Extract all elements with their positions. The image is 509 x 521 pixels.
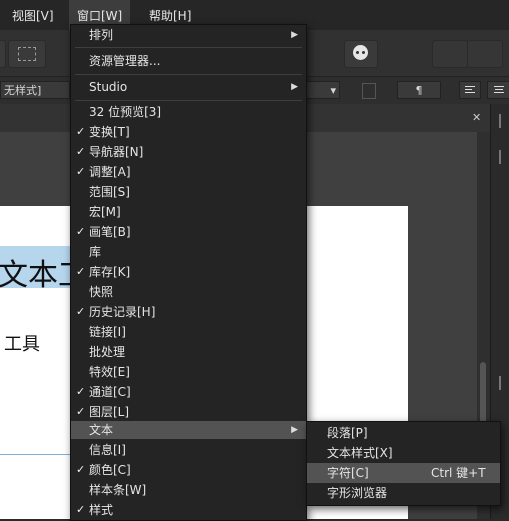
check-icon: ✓	[76, 305, 86, 318]
menu-item-info[interactable]: 信息[I]	[71, 440, 306, 460]
menu-item-navigator[interactable]: ✓ 导航器[N]	[71, 142, 306, 162]
text-submenu: 段落[P] 文本样式[X] 字符[C] Ctrl 键+T 字形浏览器	[306, 421, 501, 506]
close-icon[interactable]: ✕	[472, 111, 481, 124]
toolbar-button[interactable]	[0, 40, 6, 68]
check-icon: ✓	[76, 503, 86, 516]
grid-toggle-button[interactable]	[8, 40, 46, 68]
panel-grip-icon[interactable]	[499, 150, 501, 164]
check-icon: ✓	[76, 405, 86, 418]
check-icon: ✓	[76, 463, 86, 476]
submenu-arrow-icon: ▶	[291, 82, 298, 92]
menu-item-macro[interactable]: 宏[M]	[71, 202, 306, 222]
menu-item-history[interactable]: ✓ 历史记录[H]	[71, 302, 306, 322]
menu-item-layers[interactable]: ✓ 图层[L]	[71, 402, 306, 422]
menu-separator	[75, 47, 302, 48]
menu-item-text[interactable]: 文本 ▶	[71, 421, 306, 439]
check-icon: ✓	[76, 165, 86, 178]
body-text[interactable]: 工具	[4, 330, 40, 356]
assistant-button[interactable]	[344, 40, 378, 68]
menu-item-library[interactable]: 库	[71, 242, 306, 262]
menu-item-snapshots[interactable]: 快照	[71, 282, 306, 302]
align-center-button[interactable]	[487, 81, 509, 99]
pilcrow-button[interactable]: ¶	[397, 81, 441, 99]
frame-border	[0, 454, 74, 455]
submenu-item-text-styles[interactable]: 文本样式[X]	[307, 443, 500, 463]
menu-item-batch[interactable]: 批处理	[71, 342, 306, 362]
menu-separator	[75, 100, 302, 101]
menu-item-transform[interactable]: ✓ 变换[T]	[71, 122, 306, 142]
menu-item-scope[interactable]: 范围[S]	[71, 182, 306, 202]
toolbar-button-disabled[interactable]	[467, 40, 503, 68]
menu-item-swatches[interactable]: 样本条[W]	[71, 480, 306, 500]
align-icon[interactable]	[362, 83, 376, 99]
grid-icon	[18, 47, 36, 61]
panel-grip-icon[interactable]	[499, 376, 501, 390]
chevron-down-icon: ▾	[330, 84, 336, 97]
submenu-item-character[interactable]: 字符[C] Ctrl 键+T	[307, 463, 500, 483]
submenu-item-paragraph[interactable]: 段落[P]	[307, 423, 500, 443]
toolbar-button-disabled[interactable]	[432, 40, 468, 68]
menu-separator	[75, 74, 302, 75]
menu-item-channels[interactable]: ✓ 通道[C]	[71, 382, 306, 402]
check-icon: ✓	[76, 225, 86, 238]
align-left-button[interactable]	[459, 81, 481, 99]
menu-item-adjustment[interactable]: ✓ 调整[A]	[71, 162, 306, 182]
window-menu: 排列 ▶ 资源管理器... Studio ▶ 32 位预览[3] ✓ 变换[T] ✓ 导…	[70, 24, 307, 521]
menu-item-resource-manager[interactable]: 资源管理器...	[71, 51, 306, 71]
shortcut-label: Ctrl 键+T	[431, 466, 486, 480]
check-icon: ✓	[76, 145, 86, 158]
menu-item-effects[interactable]: 特效[E]	[71, 362, 306, 382]
assistant-icon	[353, 45, 368, 60]
menu-item-styles[interactable]: ✓ 样式	[71, 500, 306, 520]
menu-item-brushes[interactable]: ✓ 画笔[B]	[71, 222, 306, 242]
menu-item-32bit-preview[interactable]: 32 位预览[3]	[71, 102, 306, 122]
menu-item-stock[interactable]: ✓ 库存[K]	[71, 262, 306, 282]
panel-grip-icon[interactable]	[499, 114, 501, 128]
menu-item-studio[interactable]: Studio ▶	[71, 77, 306, 97]
menu-item-arrange[interactable]: 排列 ▶	[71, 25, 306, 45]
menu-item-color[interactable]: ✓ 颜色[C]	[71, 460, 306, 480]
menu-item-links[interactable]: 链接[I]	[71, 322, 306, 342]
menu-view[interactable]: 视图[V]	[12, 0, 54, 30]
paragraph-style-dropdown[interactable]: 无样式]	[0, 81, 70, 99]
submenu-arrow-icon: ▶	[291, 425, 298, 435]
dropdown-field[interactable]: ▾	[306, 81, 340, 99]
submenu-item-glyph-browser[interactable]: 字形浏览器	[307, 483, 500, 503]
check-icon: ✓	[76, 125, 86, 138]
check-icon: ✓	[76, 385, 86, 398]
submenu-arrow-icon: ▶	[291, 30, 298, 40]
check-icon: ✓	[76, 265, 86, 278]
